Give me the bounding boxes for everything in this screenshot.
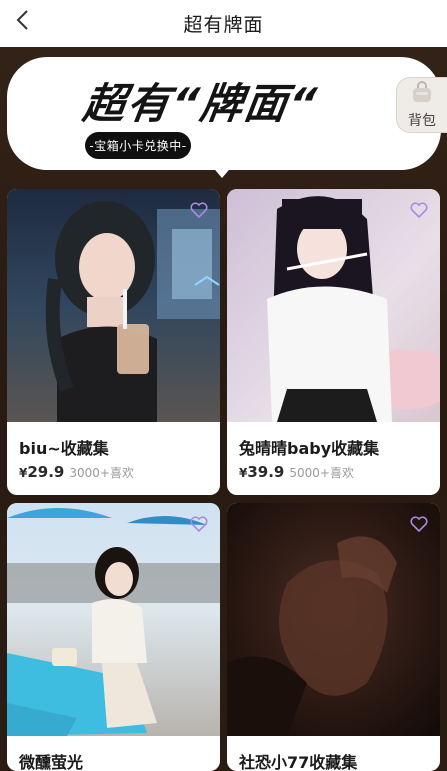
collection-name: 微醺萤光 (19, 753, 84, 771)
collection-card[interactable]: 社恐小77收藏集 (227, 503, 440, 771)
top-nav-bar: 超有牌面 (0, 0, 447, 47)
collection-name: biu~收藏集 (19, 439, 109, 458)
bag-button[interactable]: 背包 (396, 77, 447, 133)
page-title: 超有牌面 (183, 14, 264, 36)
heart-outline-icon[interactable] (409, 514, 429, 534)
price-row: ¥29.9 3000+喜欢 (19, 462, 134, 481)
collection-card[interactable]: biu~收藏集 ¥29.9 3000+喜欢 (7, 189, 220, 495)
bag-icon (410, 80, 434, 108)
heart-outline-icon[interactable] (189, 200, 209, 220)
exchange-pill[interactable]: -宝箱小卡兑换中- (85, 132, 191, 159)
heart-outline-icon[interactable] (189, 514, 209, 534)
heart-outline-icon[interactable] (409, 200, 429, 220)
price-row: ¥39.9 5000+喜欢 (239, 462, 354, 481)
price: 29.9 (27, 463, 65, 481)
banner-title: 超有“牌面“ (80, 79, 322, 128)
collection-card[interactable]: 微醺萤光 (7, 503, 220, 771)
likes-count: 3000+喜欢 (69, 466, 134, 480)
likes-count: 5000+喜欢 (289, 466, 354, 480)
collection-image (7, 189, 220, 422)
collection-name: 社恐小77收藏集 (239, 753, 358, 771)
bag-label: 背包 (408, 113, 436, 129)
collection-card[interactable]: 兔晴晴baby收藏集 ¥39.9 5000+喜欢 (227, 189, 440, 495)
collection-image (227, 189, 440, 422)
collection-image (227, 503, 440, 736)
banner-pointer (210, 164, 234, 178)
price: 39.9 (247, 463, 285, 481)
collection-image (7, 503, 220, 736)
collection-name: 兔晴晴baby收藏集 (239, 439, 380, 458)
